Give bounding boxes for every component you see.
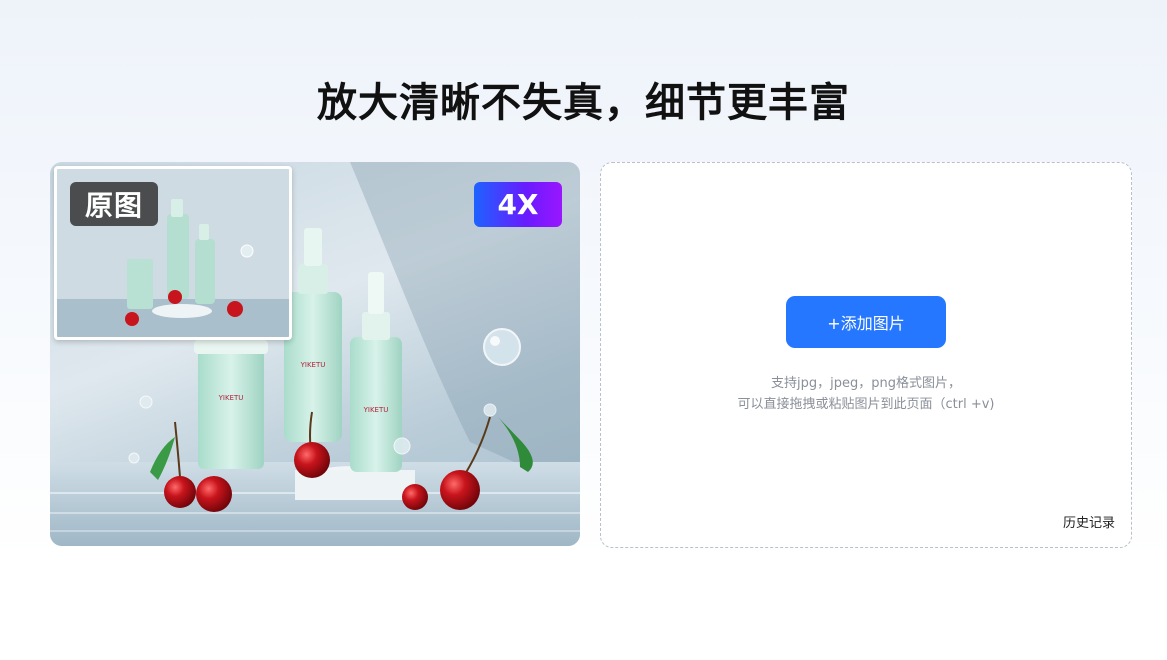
zoom-4x-badge: 4X [474,182,562,227]
upload-dropzone[interactable]: +添加图片 支持jpg，jpeg，png格式图片， 可以直接拖拽或粘贴图片到此页… [600,162,1132,548]
svg-text:YIKETU: YIKETU [300,361,326,369]
example-image-showcase: YIKETU YIKETU YIKETU 原图 4X [50,162,580,546]
original-badge: 原图 [70,182,158,226]
svg-text:YIKETU: YIKETU [218,394,244,402]
add-image-button[interactable]: +添加图片 [786,296,946,348]
upload-hint-paste: 可以直接拖拽或粘贴图片到此页面（ctrl +v) [737,397,995,412]
page-title: 放大清晰不失真，细节更丰富 [317,80,850,126]
upload-hint-formats: 支持jpg，jpeg，png格式图片， [771,376,961,391]
history-link[interactable]: 历史记录 [1063,512,1115,531]
upload-hint: 支持jpg，jpeg，png格式图片， 可以直接拖拽或粘贴图片到此页面（ctrl… [601,373,1131,415]
svg-text:YIKETU: YIKETU [363,406,389,414]
